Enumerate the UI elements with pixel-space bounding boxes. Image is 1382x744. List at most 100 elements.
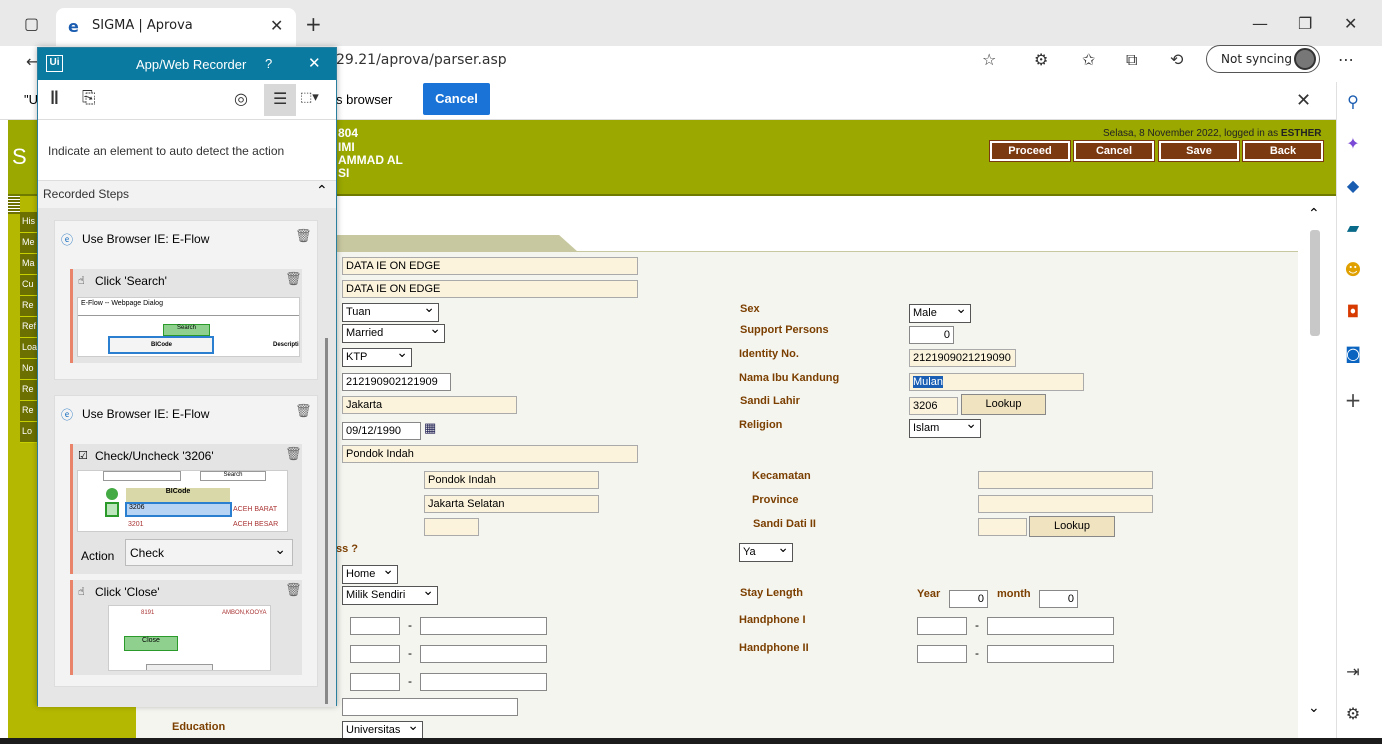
marital-select[interactable]: Married	[342, 321, 445, 343]
browser-tab[interactable]: e SIGMA | Aprova ✕	[56, 8, 296, 46]
year-field[interactable]: 0	[949, 590, 988, 608]
minimize-icon[interactable]: —	[1252, 14, 1268, 33]
calendar-icon[interactable]: ▦	[424, 420, 436, 436]
handphone2-area[interactable]	[917, 645, 967, 663]
pause-icon[interactable]: ‖	[50, 88, 59, 109]
favorites-icon[interactable]: ✩	[1082, 50, 1095, 69]
phone-area-2[interactable]	[350, 645, 400, 663]
more-icon[interactable]: ⋯	[1338, 50, 1354, 69]
tab-actions-icon[interactable]: ▢	[24, 14, 39, 33]
yn-select[interactable]: Ya	[739, 540, 793, 562]
phone-number-2[interactable]	[420, 645, 547, 663]
people-icon[interactable]: ☻	[1343, 260, 1363, 280]
office-icon[interactable]: ◘	[1343, 302, 1363, 322]
substep-click-close[interactable]: ☝ Click 'Close' 🗑 8191 AMBON,KOOYA Close	[70, 580, 302, 675]
phone-number-1[interactable]	[420, 617, 547, 635]
birth-place-field[interactable]: Jakarta	[342, 396, 517, 414]
steps-scrollbar[interactable]	[325, 338, 328, 704]
help-icon[interactable]: ?	[265, 56, 272, 71]
substep-check[interactable]: ☑ Check/Uncheck '3206' 🗑 Search BICode 3…	[70, 444, 302, 574]
close-infobar-icon[interactable]: ✕	[1296, 90, 1311, 111]
extensions-icon[interactable]: ⚙	[1034, 50, 1048, 69]
collections-icon[interactable]: ⧉	[1126, 50, 1137, 70]
handphone1-number[interactable]	[987, 617, 1114, 635]
lookup-button[interactable]: Lookup	[961, 394, 1046, 415]
education-select[interactable]: Universitas	[342, 718, 423, 738]
city-field[interactable]: Jakarta Selatan	[424, 495, 599, 513]
email-field[interactable]	[342, 698, 518, 716]
postal-field[interactable]	[424, 518, 479, 536]
screenshot-options-icon[interactable]: ⬚▾	[300, 90, 319, 105]
delete-icon[interactable]: 🗑	[295, 404, 312, 419]
birth-date-field[interactable]: 09/12/1990	[342, 422, 421, 440]
month-field[interactable]: 0	[1039, 590, 1078, 608]
page-scrollbar[interactable]: ⌃ ⌄	[1306, 206, 1324, 722]
recorded-steps-header[interactable]: Recorded Steps ⌃	[38, 180, 336, 208]
cancel-button[interactable]: Cancel	[1073, 140, 1155, 162]
religion-select[interactable]: Islam	[909, 416, 981, 438]
support-field[interactable]: 0	[909, 326, 954, 344]
shopping-icon[interactable]: ◆	[1343, 176, 1363, 196]
home-select[interactable]: Home	[342, 562, 398, 584]
sex-select[interactable]: Male	[909, 301, 971, 323]
step-card-1[interactable]: ⓔ Use Browser IE: E-Flow 🗑 ☝ Click 'Sear…	[54, 220, 318, 380]
new-tab-icon[interactable]: +	[305, 12, 322, 36]
scroll-thumb[interactable]	[1310, 230, 1320, 336]
substep-click-search[interactable]: ☝ Click 'Search' 🗑 E-Flow -- Webpage Dia…	[70, 269, 302, 363]
delete-icon[interactable]: 🗑	[295, 229, 312, 244]
back-button[interactable]: Back	[1242, 140, 1324, 162]
copilot-icon[interactable]: ✦	[1343, 134, 1363, 154]
name-field-2[interactable]: DATA IE ON EDGE	[342, 280, 638, 298]
identity-field[interactable]: 2121909021219090	[909, 349, 1016, 367]
handphone1-area[interactable]	[917, 617, 967, 635]
scroll-down-icon[interactable]: ⌄	[1308, 700, 1320, 716]
close-tab-icon[interactable]: ✕	[270, 16, 283, 35]
kecamatan-field[interactable]	[978, 471, 1153, 489]
restore-icon[interactable]: ❐	[1298, 14, 1312, 33]
ownership-select[interactable]: Milik Sendiri	[342, 583, 438, 605]
id-number-field[interactable]: 212190902121909	[342, 373, 451, 391]
favorite-add-icon[interactable]: ☆	[982, 50, 996, 69]
delete-icon[interactable]: 🗑	[285, 447, 302, 462]
title-select[interactable]: Tuan	[342, 300, 439, 322]
hide-sidebar-icon[interactable]: ⇥	[1343, 662, 1363, 682]
lookup-button-2[interactable]: Lookup	[1029, 516, 1115, 537]
url-field[interactable]: 29.21/aprova/parser.asp	[336, 52, 507, 68]
sandi-dati-field[interactable]	[978, 518, 1027, 536]
sandi-lahir-field[interactable]: 3206	[909, 397, 958, 415]
delete-icon[interactable]: 🗑	[285, 583, 302, 598]
close-recorder-icon[interactable]: ✕	[308, 54, 321, 72]
add-sidebar-icon[interactable]: +	[1343, 388, 1363, 412]
tools-icon[interactable]: ▰	[1343, 218, 1363, 238]
delete-icon[interactable]: 🗑	[285, 272, 302, 287]
collapse-icon[interactable]: ⌃	[316, 183, 328, 199]
outlook-icon[interactable]: ◙	[1343, 344, 1363, 364]
save-recording-icon[interactable]: ⎘	[82, 88, 96, 108]
phone-area-1[interactable]	[350, 617, 400, 635]
thumb-title: E-Flow -- Webpage Dialog	[81, 300, 163, 307]
close-window-icon[interactable]: ✕	[1344, 14, 1357, 33]
handphone2-number[interactable]	[987, 645, 1114, 663]
address-field[interactable]: Pondok Indah	[342, 445, 638, 463]
action-title: Click 'Search'	[95, 274, 167, 288]
proceed-button[interactable]: Proceed	[989, 140, 1071, 162]
action-select[interactable]: Check ⌄	[125, 539, 293, 566]
settings-icon[interactable]: ⚙	[1343, 704, 1363, 724]
thumb-col: BICode	[126, 488, 230, 502]
step-card-2[interactable]: ⓔ Use Browser IE: E-Flow 🗑 ☑ Check/Unche…	[54, 395, 318, 687]
target-icon[interactable]: ◎	[234, 89, 248, 108]
area-field[interactable]: Pondok Indah	[424, 471, 599, 489]
province-field[interactable]	[978, 495, 1153, 513]
handphone1-label: Handphone I	[739, 614, 806, 626]
name-field-1[interactable]: DATA IE ON EDGE	[342, 257, 638, 275]
save-button[interactable]: Save	[1158, 140, 1240, 162]
scroll-up-icon[interactable]: ⌃	[1308, 206, 1320, 222]
phone-area-3[interactable]	[350, 673, 400, 691]
id-type-select[interactable]: KTP	[342, 345, 412, 367]
phone-number-3[interactable]	[420, 673, 547, 691]
step-title: Use Browser IE: E-Flow	[82, 407, 210, 421]
cancel-recording-button[interactable]: Cancel	[423, 83, 490, 115]
browser-essentials-icon[interactable]: ⟲	[1170, 50, 1183, 69]
mother-name-field[interactable]: Mulan	[909, 373, 1084, 391]
search-icon[interactable]: ⚲	[1343, 92, 1363, 112]
